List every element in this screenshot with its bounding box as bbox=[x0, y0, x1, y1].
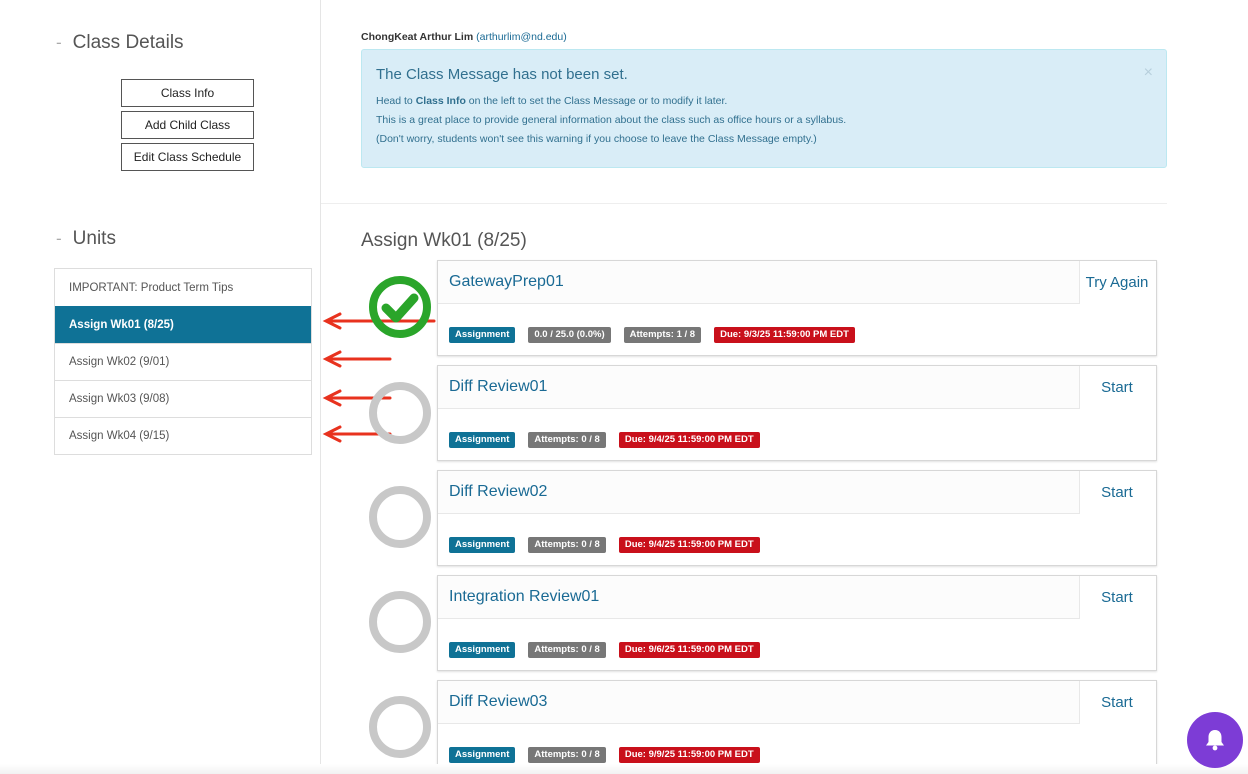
alert-class-info-ref: Class Info bbox=[415, 95, 466, 107]
due-badge: Due: 9/4/25 11:59:00 PM EDT bbox=[618, 537, 760, 553]
unit-item-assign-wk03[interactable]: Assign Wk03 (9/08) bbox=[55, 380, 311, 417]
assignment-badges: Assignment Attempts: 0 / 8 Due: 9/6/25 1… bbox=[449, 642, 760, 658]
assignment-badges: Assignment 0.0 / 25.0 (0.0%) Attempts: 1… bbox=[449, 327, 855, 343]
close-icon[interactable]: × bbox=[1144, 64, 1153, 82]
class-details-title: Class Details bbox=[72, 32, 184, 53]
due-badge: Due: 9/9/25 11:59:00 PM EDT bbox=[618, 747, 760, 763]
alert-line-1: Head to Class Info on the left to set th… bbox=[376, 92, 1152, 111]
assignment-badges: Assignment Attempts: 0 / 8 Due: 9/9/25 1… bbox=[449, 747, 760, 763]
edit-class-schedule-button[interactable]: Edit Class Schedule bbox=[121, 143, 254, 171]
start-button[interactable]: Start bbox=[1078, 366, 1156, 409]
green-check-circle-icon bbox=[369, 276, 431, 338]
gray-ring-icon bbox=[369, 382, 431, 444]
assignment-card: Diff Review03 Start Assignment Attempts:… bbox=[437, 680, 1157, 774]
due-badge: Due: 9/6/25 11:59:00 PM EDT bbox=[618, 642, 760, 658]
collapse-dash-icon[interactable]: - bbox=[56, 229, 62, 249]
assignment-name-link[interactable]: Diff Review03 bbox=[449, 693, 547, 711]
unit-item-product-term-tips[interactable]: IMPORTANT: Product Term Tips bbox=[55, 269, 311, 306]
assignment-card: Integration Review01 Start Assignment At… bbox=[437, 575, 1157, 671]
assignment-card: Diff Review02 Start Assignment Attempts:… bbox=[437, 470, 1157, 566]
assignment-name-link[interactable]: Integration Review01 bbox=[449, 588, 599, 606]
units-title: Units bbox=[72, 228, 116, 249]
class-details-heading[interactable]: - Class Details bbox=[56, 32, 184, 54]
gray-ring-icon bbox=[369, 591, 431, 653]
type-badge: Assignment bbox=[449, 432, 516, 448]
bottom-shade bbox=[0, 764, 1248, 774]
alert-title: The Class Message has not been set. bbox=[376, 66, 628, 83]
due-badge: Due: 9/4/25 11:59:00 PM EDT bbox=[618, 432, 760, 448]
attempts-badge: Attempts: 0 / 8 bbox=[528, 537, 606, 553]
units-heading[interactable]: - Units bbox=[56, 228, 116, 250]
unit-title: Assign Wk01 (8/25) bbox=[361, 230, 527, 251]
notification-button[interactable] bbox=[1187, 712, 1243, 768]
collapse-dash-icon[interactable]: - bbox=[56, 33, 62, 53]
assignment-card: Diff Review01 Start Assignment Attempts:… bbox=[437, 365, 1157, 461]
type-badge: Assignment bbox=[449, 327, 516, 343]
score-badge: 0.0 / 25.0 (0.0%) bbox=[528, 327, 611, 343]
attempts-badge: Attempts: 0 / 8 bbox=[528, 642, 606, 658]
alert-line-2: This is a great place to provide general… bbox=[376, 114, 847, 126]
start-button[interactable]: Start bbox=[1078, 681, 1156, 724]
user-name: ChongKeat Arthur Lim bbox=[361, 31, 474, 43]
user-info: ChongKeat Arthur Lim (arthurlim@nd.edu) bbox=[361, 31, 567, 43]
unit-item-assign-wk01[interactable]: Assign Wk01 (8/25) bbox=[55, 306, 311, 343]
assignment-name-link[interactable]: Diff Review01 bbox=[449, 378, 547, 396]
unit-item-assign-wk02[interactable]: Assign Wk02 (9/01) bbox=[55, 343, 311, 380]
user-email[interactable]: (arthurlim@nd.edu) bbox=[476, 31, 567, 43]
type-badge: Assignment bbox=[449, 537, 516, 553]
attempts-badge: Attempts: 1 / 8 bbox=[623, 327, 702, 343]
type-badge: Assignment bbox=[449, 642, 516, 658]
sidebar: - Class Details Class Info Add Child Cla… bbox=[0, 0, 321, 774]
try-again-button[interactable]: Try Again bbox=[1078, 261, 1156, 304]
class-actions: Class Info Add Child Class Edit Class Sc… bbox=[121, 79, 254, 175]
type-badge: Assignment bbox=[449, 747, 516, 763]
alert-line-1-pre: Head to bbox=[376, 95, 416, 107]
class-message-alert: The Class Message has not been set. Head… bbox=[361, 49, 1167, 168]
due-badge: Due: 9/3/25 11:59:00 PM EDT bbox=[714, 327, 855, 343]
assignment-badges: Assignment Attempts: 0 / 8 Due: 9/4/25 1… bbox=[449, 432, 760, 448]
alert-line-3: (Don't worry, students won't see this wa… bbox=[376, 133, 817, 145]
assignment-card: GatewayPrep01 Try Again Assignment 0.0 /… bbox=[437, 260, 1157, 356]
gray-ring-icon bbox=[369, 696, 431, 758]
gray-ring-icon bbox=[369, 486, 431, 548]
start-button[interactable]: Start bbox=[1078, 471, 1156, 514]
assignment-badges: Assignment Attempts: 0 / 8 Due: 9/4/25 1… bbox=[449, 537, 760, 553]
bell-icon bbox=[1206, 730, 1224, 751]
alert-line-1-post: on the left to set the Class Message or … bbox=[465, 95, 728, 107]
units-list: IMPORTANT: Product Term Tips Assign Wk01… bbox=[54, 268, 312, 455]
section-divider bbox=[321, 203, 1167, 204]
unit-item-assign-wk04[interactable]: Assign Wk04 (9/15) bbox=[55, 417, 311, 454]
attempts-badge: Attempts: 0 / 8 bbox=[528, 432, 606, 448]
attempts-badge: Attempts: 0 / 8 bbox=[528, 747, 606, 763]
add-child-class-button[interactable]: Add Child Class bbox=[121, 111, 254, 139]
class-info-button[interactable]: Class Info bbox=[121, 79, 254, 107]
assignment-name-link[interactable]: GatewayPrep01 bbox=[449, 273, 564, 291]
assignment-name-link[interactable]: Diff Review02 bbox=[449, 483, 547, 501]
start-button[interactable]: Start bbox=[1078, 576, 1156, 619]
